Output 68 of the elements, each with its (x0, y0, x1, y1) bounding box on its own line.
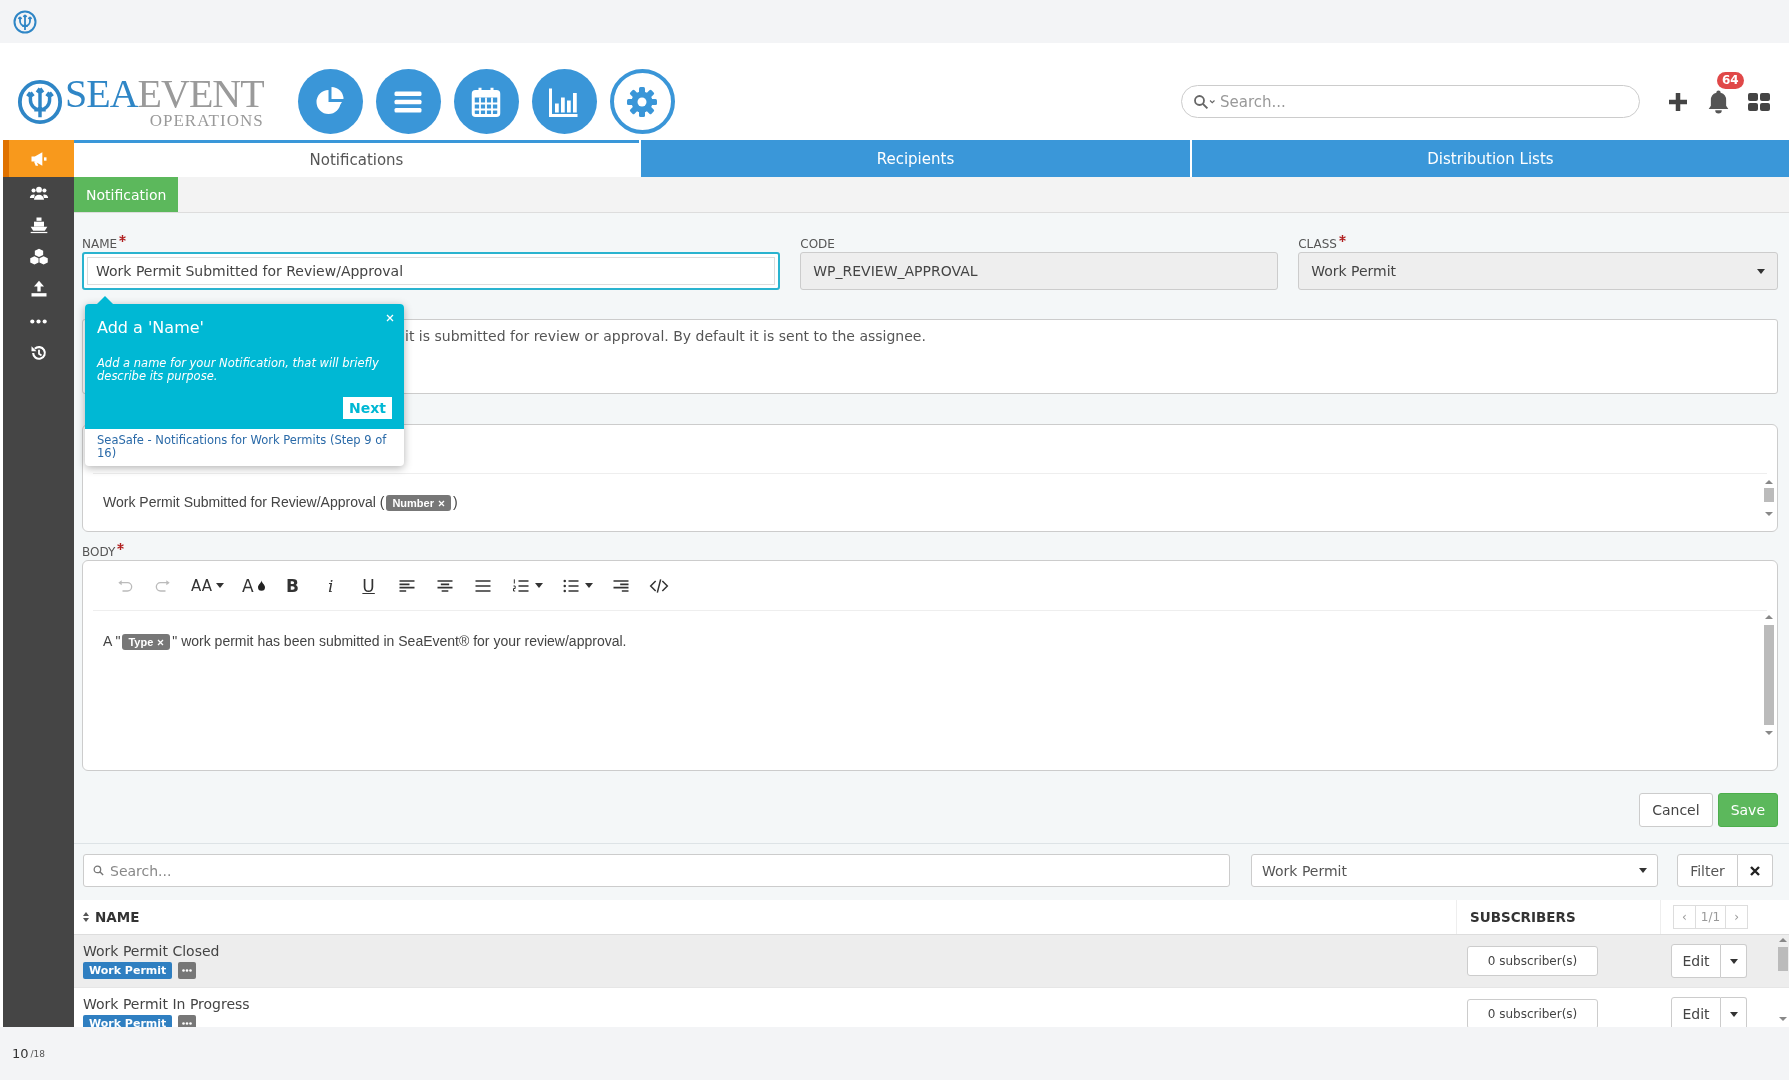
scrollbar[interactable] (1763, 478, 1775, 518)
class-tag: Work Permit (83, 962, 173, 979)
cancel-button[interactable]: Cancel (1639, 793, 1713, 827)
search-icon (1191, 93, 1217, 111)
scrollbar[interactable] (1763, 613, 1775, 738)
popover-step-text: SeaSafe - Notifications for Work Permits (Step 9 of 16) (96, 432, 388, 462)
notification-count: 64 (1717, 71, 1744, 89)
more-tag[interactable] (178, 1015, 197, 1027)
close-icon (1750, 865, 1760, 876)
column-header[interactable]: NAME (95, 909, 140, 925)
ellipsis-icon (182, 969, 193, 972)
bell-icon[interactable] (1708, 89, 1729, 114)
logo-text: SEA (65, 71, 138, 116)
popover-text: Add a name for your Notification, that will briefly describe its purpose. (97, 357, 380, 383)
column-header: SUBSCRIBERS (1470, 909, 1576, 925)
field-label: BODY (82, 545, 116, 560)
toolbar-button[interactable]: AA (185, 570, 230, 601)
toolbar-button[interactable]: U (352, 570, 385, 601)
caret-icon (1757, 268, 1765, 274)
search-icon (92, 864, 105, 877)
class-tag: Work Permit (83, 1015, 173, 1027)
sort-icon[interactable] (83, 912, 89, 922)
search-field[interactable]: Search... (83, 854, 1230, 887)
more-tag[interactable] (178, 962, 197, 979)
ellipsis-icon (182, 1022, 193, 1025)
caret-icon (1639, 868, 1647, 873)
page-total: /18 (30, 1048, 46, 1059)
toolbar-button[interactable]: i (314, 570, 347, 601)
trident-icon[interactable] (13, 9, 37, 34)
caret-icon (1729, 1011, 1738, 1017)
edit-menu-button[interactable] (1721, 944, 1747, 978)
page-indicator: 1/1 (1695, 905, 1726, 929)
table-row[interactable]: Work Permit Closed Work Permit 0 subscriber(s) Edit (74, 935, 1789, 988)
popover-title: Add a 'Name' (97, 318, 205, 337)
token-tag[interactable]: Type (122, 634, 171, 651)
toolbar-button[interactable]: A (235, 570, 271, 601)
edit-button[interactable]: Edit (1671, 944, 1721, 978)
name-field[interactable]: Work Permit Submitted for Review/Approval (82, 252, 781, 290)
close-icon[interactable] (386, 314, 394, 322)
remove-icon[interactable] (157, 638, 165, 646)
subscribers-button[interactable]: 0 subscriber(s) (1467, 946, 1598, 976)
notification-name: Work Permit In Progress (83, 996, 251, 1012)
field-label: NAME (82, 237, 118, 252)
subject-text: Work Permit Submitted for Review/Approval ( Number ) (103, 493, 458, 512)
field-label: CODE (800, 237, 835, 252)
trident-icon (17, 78, 63, 125)
body-editor[interactable]: AA A B i U A " Type " work permit has been submitted in SeaEvent® for your review/approval. (82, 560, 1778, 771)
body-text: A " Type " work permit has been submitted in SeaEvent® for your review/approval. (103, 633, 627, 649)
edit-menu-button[interactable] (1721, 997, 1747, 1027)
filter-button[interactable]: Filter (1677, 854, 1738, 887)
table-row[interactable]: Work Permit In Progress Work Permit 0 subscriber(s) Edit (74, 988, 1789, 1027)
boxes-icon (28, 247, 49, 267)
remove-icon[interactable] (437, 499, 445, 507)
ship-icon (28, 215, 49, 235)
search-field[interactable]: Search... (1181, 85, 1640, 118)
subscribers-button[interactable]: 0 subscriber(s) (1467, 999, 1598, 1027)
drop-icon (257, 580, 265, 591)
class-filter-dropdown[interactable]: Work Permit (1251, 854, 1658, 887)
token-tag[interactable]: Number (386, 495, 451, 512)
toolbar-button[interactable]: B (276, 570, 309, 601)
notification-name: Work Permit Closed (83, 943, 221, 959)
caret-icon (1729, 958, 1738, 964)
field-label: CLASS (1298, 237, 1337, 252)
page-number: 10 (12, 1046, 29, 1061)
class-dropdown[interactable]: Work Permit (1298, 252, 1778, 290)
more-icon (30, 318, 47, 324)
clear-filter-button[interactable] (1738, 854, 1773, 887)
edit-button[interactable]: Edit (1671, 997, 1721, 1027)
